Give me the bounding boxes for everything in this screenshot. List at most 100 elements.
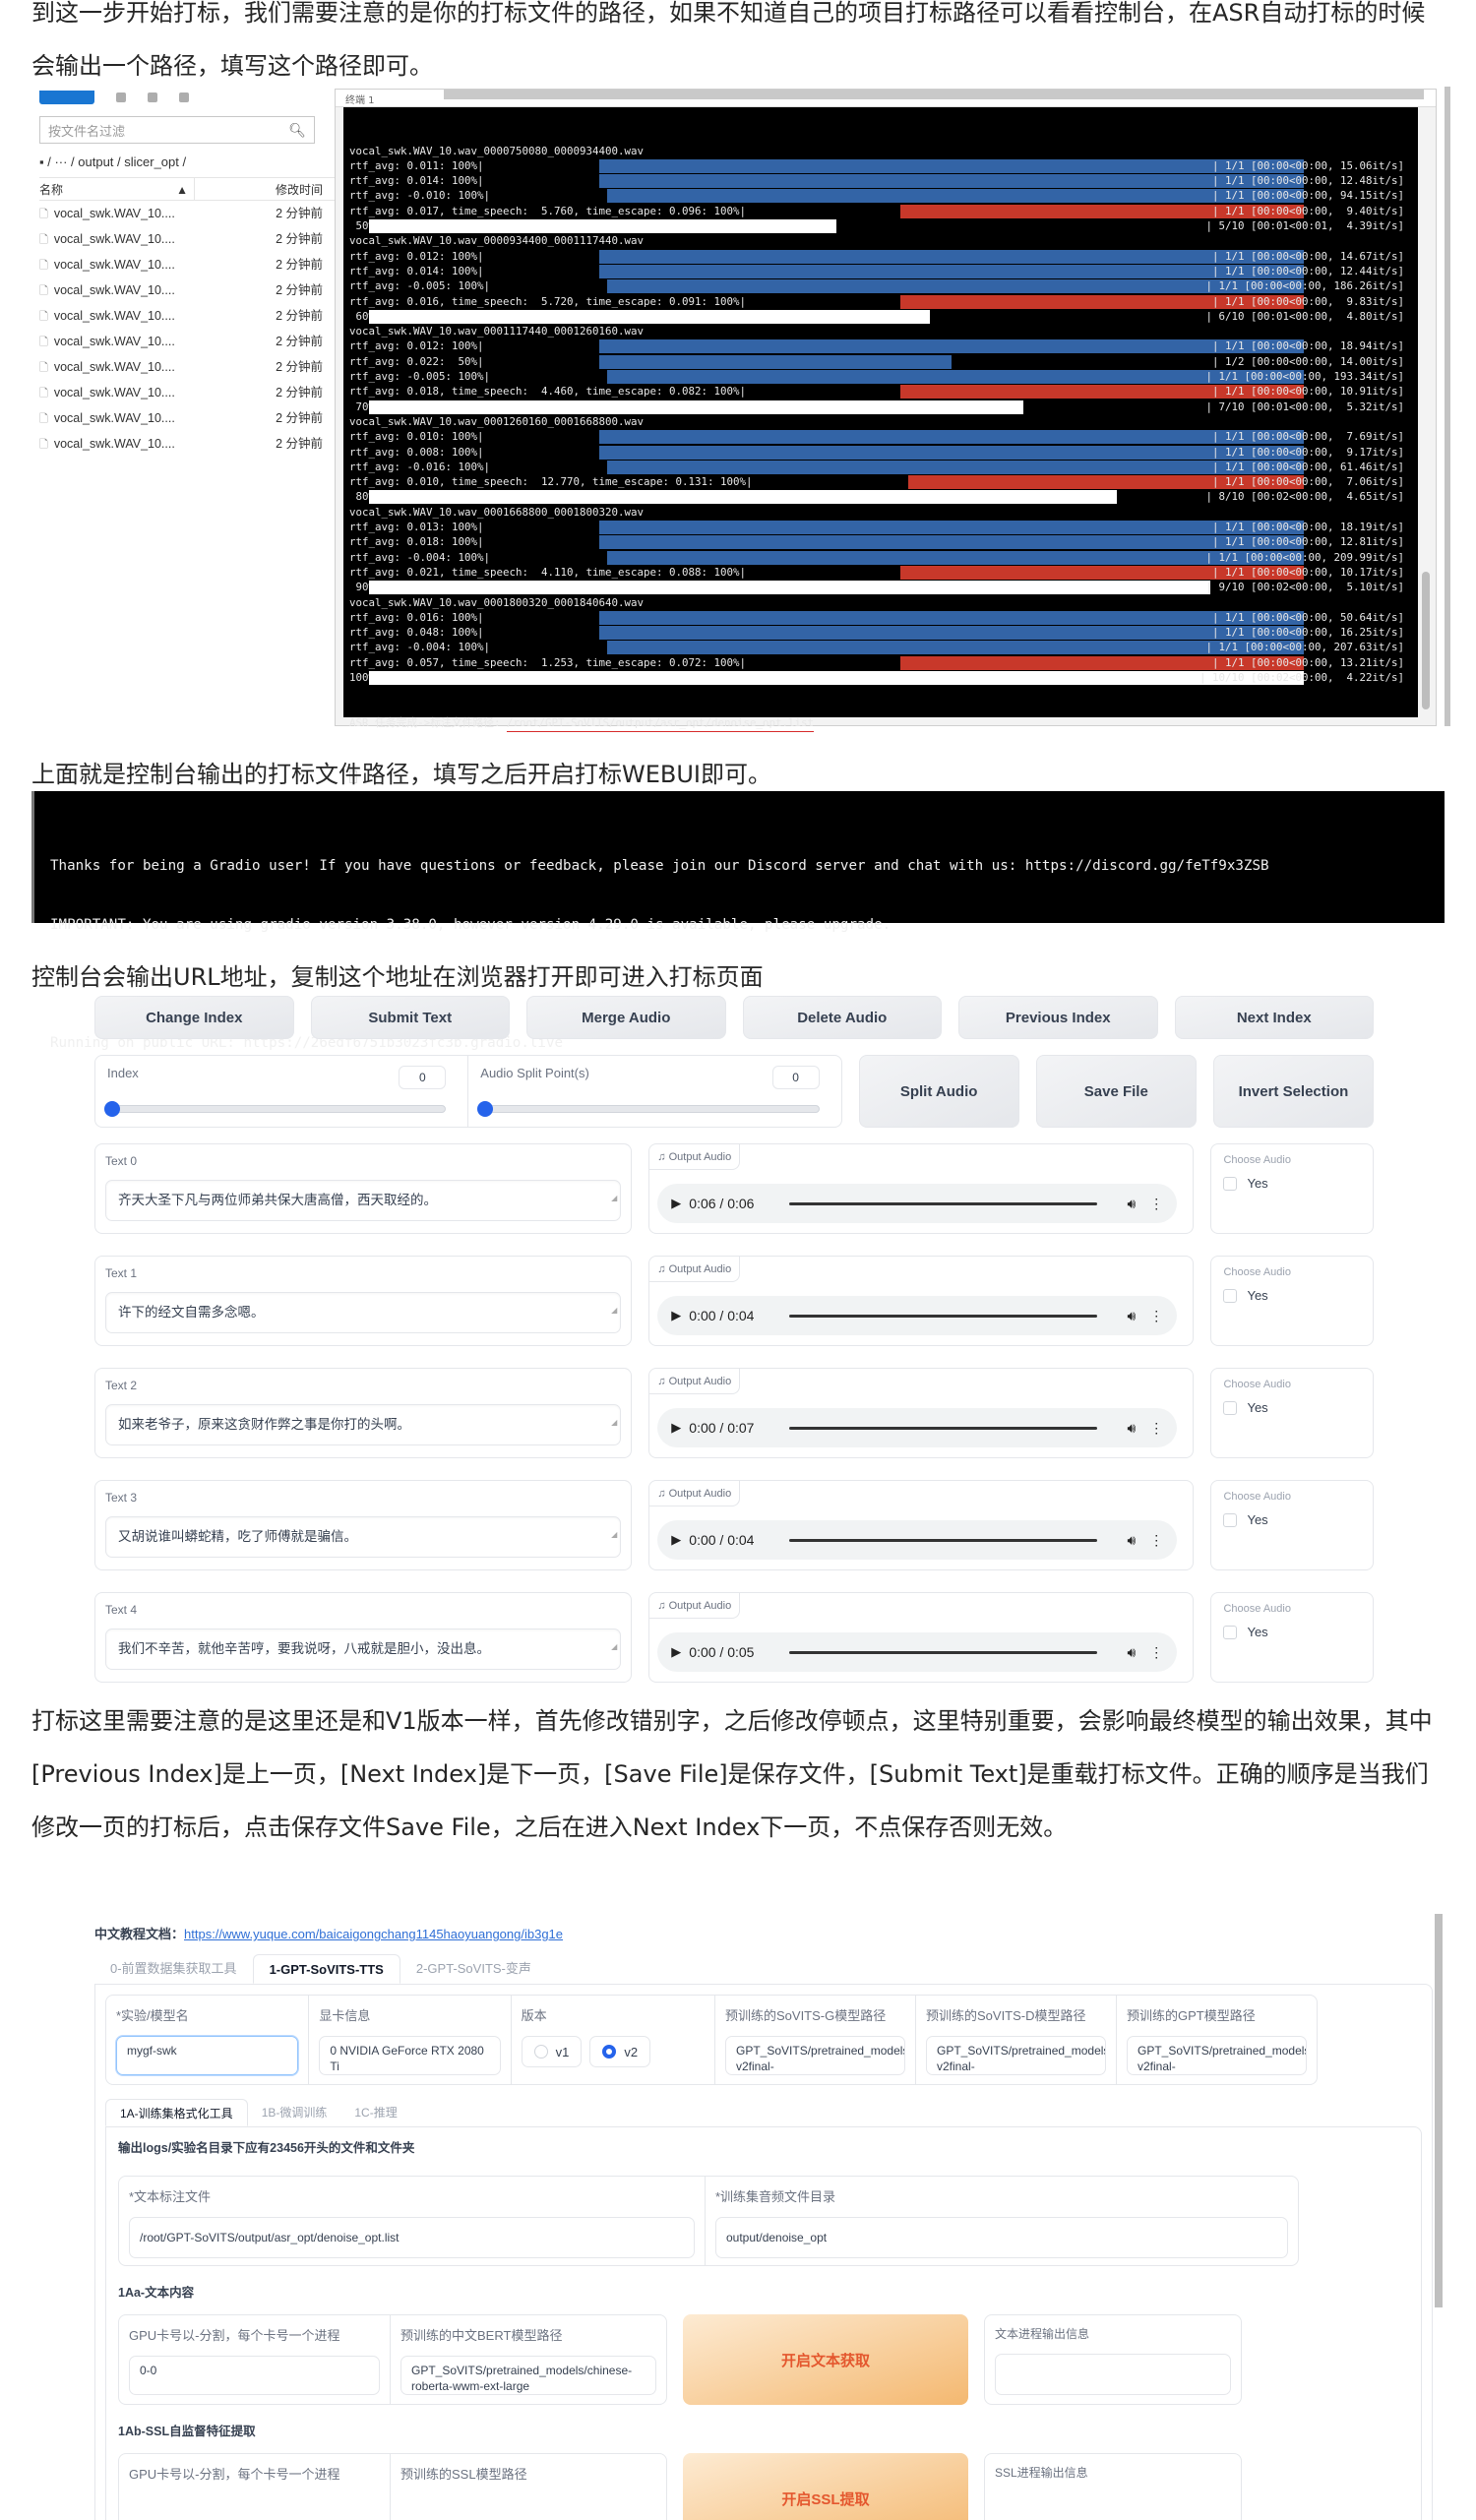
split-point-slider[interactable] xyxy=(477,1101,820,1117)
play-icon[interactable]: ▶ xyxy=(671,1532,681,1548)
file-list-item[interactable]: vocal_swk.WAV_10.... 2 分钟前 xyxy=(39,303,335,329)
checkbox-icon[interactable] xyxy=(1223,1288,1238,1303)
checkbox-icon[interactable] xyxy=(1223,1512,1238,1527)
play-icon[interactable]: ▶ xyxy=(671,1420,681,1436)
file-list-item[interactable]: vocal_swk.WAV_10.... 2 分钟前 xyxy=(39,354,335,380)
subtab-inference[interactable]: 1C-推理 xyxy=(340,2099,410,2126)
column-modified-header[interactable]: 修改时间 xyxy=(276,178,335,200)
checkbox-icon[interactable] xyxy=(1223,1176,1238,1191)
choose-audio-checkbox[interactable]: Yes xyxy=(1223,1288,1361,1303)
start-ssl-extract-button[interactable]: 开启SSL提取 xyxy=(683,2453,968,2520)
column-name-header[interactable]: 名称 ▲ xyxy=(39,178,195,200)
merge-audio-button[interactable]: Merge Audio xyxy=(526,996,726,1039)
change-index-button[interactable]: Change Index xyxy=(94,996,294,1039)
resize-handle-icon[interactable]: ◢ xyxy=(611,1515,617,1555)
file-list-item[interactable]: vocal_swk.WAV_10.... 2 分钟前 xyxy=(39,201,335,226)
audio-seek-bar[interactable] xyxy=(789,1650,1098,1654)
choose-audio-checkbox[interactable]: Yes xyxy=(1223,1176,1361,1191)
transcript-textarea[interactable]: 我们不辛苦，就他辛苦哼，要我说呀，八戒就是胆小，没出息。 ◢ xyxy=(105,1628,622,1670)
next-index-button[interactable]: Next Index xyxy=(1174,996,1374,1039)
audio-dir-input[interactable]: output/denoise_opt xyxy=(715,2217,1288,2258)
file-list-item[interactable]: vocal_swk.WAV_10.... 2 分钟前 xyxy=(39,226,335,252)
subtab-dataset-format[interactable]: 1A-训练集格式化工具 xyxy=(105,2099,248,2126)
gpu-split-input[interactable]: 0-0 xyxy=(129,2356,381,2395)
choose-audio-checkbox[interactable]: Yes xyxy=(1223,1625,1361,1639)
volume-icon[interactable]: 🔊︎ xyxy=(1127,1532,1136,1549)
breadcrumb[interactable]: ▪ / ··· / output / slicer_opt / xyxy=(39,152,335,173)
sovits-g-path-input[interactable]: GPT_SoVITS/pretrained_models/gsv-v2final… xyxy=(725,2036,905,2075)
submit-text-button[interactable]: Submit Text xyxy=(310,996,510,1039)
file-list-item[interactable]: vocal_swk.WAV_10.... 2 分钟前 xyxy=(39,405,335,431)
invert-selection-button[interactable]: Invert Selection xyxy=(1212,1055,1374,1128)
tab-dataset-tools[interactable]: 0-前置数据集获取工具 xyxy=(94,1954,253,1984)
file-list-item[interactable]: vocal_swk.WAV_10.... 2 分钟前 xyxy=(39,431,335,457)
choose-audio-checkbox[interactable]: Yes xyxy=(1223,1400,1361,1415)
more-options-icon[interactable]: ⋮ xyxy=(1149,1644,1163,1661)
resize-handle-icon[interactable]: ◢ xyxy=(611,1291,617,1330)
save-file-button[interactable]: Save File xyxy=(1035,1055,1197,1128)
resize-handle-icon[interactable]: ◢ xyxy=(611,1179,617,1218)
play-icon[interactable]: ▶ xyxy=(671,1308,681,1323)
transcript-textarea[interactable]: 如来老爷子，原来这贪财作弊之事是你打的头啊。 ◢ xyxy=(105,1403,622,1445)
start-text-extract-button[interactable]: 开启文本获取 xyxy=(683,2314,968,2405)
text-process-output-textarea[interactable] xyxy=(995,2354,1231,2395)
file-list-item[interactable]: vocal_swk.WAV_10.... 2 分钟前 xyxy=(39,252,335,277)
upload-icon[interactable] xyxy=(148,92,157,102)
new-launcher-button[interactable] xyxy=(39,91,94,104)
more-options-icon[interactable]: ⋮ xyxy=(1149,1308,1163,1324)
file-list-item[interactable]: vocal_swk.WAV_10.... 2 分钟前 xyxy=(39,380,335,405)
audio-seek-bar[interactable] xyxy=(789,1426,1098,1430)
text-label-file-input[interactable]: /root/GPT-SoVITS/output/asr_opt/denoise_… xyxy=(129,2217,695,2258)
transcript-textarea[interactable]: 许下的经文自需多念嗯。 ◢ xyxy=(105,1291,622,1333)
index-slider-handle[interactable] xyxy=(104,1101,120,1117)
terminal-scrollbar[interactable] xyxy=(1422,572,1430,709)
file-list-item[interactable]: vocal_swk.WAV_10.... 2 分钟前 xyxy=(39,277,335,303)
delete-audio-button[interactable]: Delete Audio xyxy=(742,996,942,1039)
gpu-info-textarea[interactable]: 0 NVIDIA GeForce RTX 2080 Ti xyxy=(319,2036,501,2075)
volume-icon[interactable]: 🔊︎ xyxy=(1127,1420,1136,1437)
audio-seek-bar[interactable] xyxy=(789,1201,1098,1205)
page-scrollbar[interactable] xyxy=(1445,87,1450,726)
index-number-input[interactable]: 0 xyxy=(399,1066,447,1089)
more-options-icon[interactable]: ⋮ xyxy=(1149,1196,1163,1212)
play-icon[interactable]: ▶ xyxy=(671,1196,681,1211)
sovits-d-field: 预训练的SoVITS-D模型路径 GPT_SoVITS/pretrained_m… xyxy=(915,1996,1116,2084)
volume-icon[interactable]: 🔊︎ xyxy=(1127,1308,1136,1324)
play-icon[interactable]: ▶ xyxy=(671,1644,681,1660)
split-point-number-input[interactable]: 0 xyxy=(771,1066,820,1089)
exp-name-input[interactable]: mygf-swk xyxy=(116,2036,299,2075)
tutorial-doc-link[interactable]: https://www.yuque.com/baicaigongchang114… xyxy=(184,1927,563,1941)
version-radio-v1[interactable]: v1 xyxy=(521,2036,583,2067)
index-slider[interactable] xyxy=(104,1101,447,1117)
gpt-path-input[interactable]: GPT_SoVITS/pretrained_models/gsv-v2final… xyxy=(1127,2036,1307,2075)
split-point-slider-handle[interactable] xyxy=(477,1101,494,1117)
page-scrollbar[interactable] xyxy=(1435,1914,1443,2307)
audio-seek-bar[interactable] xyxy=(789,1314,1098,1318)
checkbox-icon[interactable] xyxy=(1223,1400,1238,1415)
choose-audio-checkbox[interactable]: Yes xyxy=(1223,1512,1361,1527)
checkbox-icon[interactable] xyxy=(1223,1625,1238,1639)
refresh-icon[interactable] xyxy=(179,92,189,102)
transcript-textarea[interactable]: 又胡说谁叫蟒蛇精，吃了师傅就是骗信。 ◢ xyxy=(105,1515,622,1558)
sovits-d-path-input[interactable]: GPT_SoVITS/pretrained_models/gsv-v2final… xyxy=(926,2036,1106,2075)
new-folder-icon[interactable] xyxy=(116,92,126,102)
terminal-tab[interactable]: 终端 1 xyxy=(345,92,375,106)
more-options-icon[interactable]: ⋮ xyxy=(1149,1420,1163,1437)
audio-seek-bar[interactable] xyxy=(789,1538,1098,1542)
resize-handle-icon[interactable]: ◢ xyxy=(611,1628,617,1667)
bert-path-input[interactable]: GPT_SoVITS/pretrained_models/chinese-rob… xyxy=(400,2356,656,2395)
file-filter-input[interactable]: 按文件名过滤 🔍︎ xyxy=(39,116,315,144)
version-radio-v2[interactable]: v2 xyxy=(589,2036,651,2067)
version-field: 版本 v1 v2 xyxy=(510,1996,714,2084)
tab-gpt-sovits-tts[interactable]: 1-GPT-SoVITS-TTS xyxy=(252,1954,400,1984)
tab-voice-changer[interactable]: 2-GPT-SoVITS-变声 xyxy=(400,1954,547,1984)
volume-icon[interactable]: 🔊︎ xyxy=(1127,1644,1136,1661)
previous-index-button[interactable]: Previous Index xyxy=(958,996,1158,1039)
split-audio-button[interactable]: Split Audio xyxy=(858,1055,1019,1128)
subtab-finetune[interactable]: 1B-微调训练 xyxy=(248,2099,341,2126)
resize-handle-icon[interactable]: ◢ xyxy=(611,1403,617,1443)
transcript-textarea[interactable]: 齐天大圣下凡与两位师弟共保大唐高僧，西天取经的。 ◢ xyxy=(105,1179,622,1221)
volume-icon[interactable]: 🔊︎ xyxy=(1127,1196,1136,1212)
more-options-icon[interactable]: ⋮ xyxy=(1149,1532,1163,1549)
file-list-item[interactable]: vocal_swk.WAV_10.... 2 分钟前 xyxy=(39,329,335,354)
